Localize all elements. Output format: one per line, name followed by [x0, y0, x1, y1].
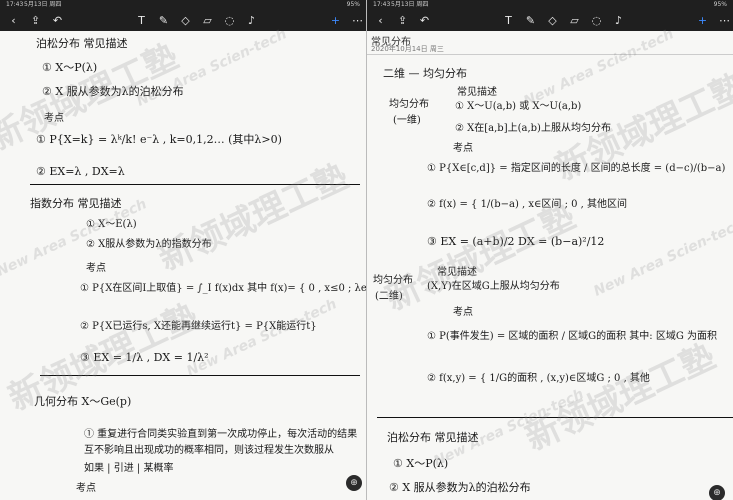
eraser-icon[interactable]: ◇ [177, 12, 194, 29]
note-line: 考点 [86, 263, 106, 274]
zoom-icon[interactable]: ⊕ [346, 475, 362, 491]
note-line: ① X～E(λ) [86, 219, 137, 230]
section-divider [30, 184, 360, 185]
note-line: ① P{X∈[c,d]} = 指定区间的长度 / 区间的总长度 = (d−c)/… [427, 163, 726, 174]
note-line: ② f(x) = { 1/(b−a) , x∈区间 ; 0 , 其他区间 [427, 199, 628, 210]
status-bar: 17:43 5月13日 周四 95% [367, 0, 733, 10]
status-time: 17:43 [6, 1, 24, 8]
text-icon[interactable]: T [500, 12, 517, 29]
note-line: 考点 [44, 113, 64, 124]
note-line: 指数分布 常见描述 [30, 197, 122, 210]
pen-icon[interactable]: ✎ [522, 12, 539, 29]
note-line: 均匀分布 [373, 275, 413, 286]
text-icon[interactable]: T [133, 12, 150, 29]
note-line: 如果 | 引进 | 某概率 [84, 463, 174, 474]
undo-icon[interactable]: ↶ [49, 12, 66, 29]
section-divider [40, 375, 360, 376]
note-line: ① P(事件发生) = 区域的面积 / 区域G的面积 其中: 区域G 为面积 [427, 331, 718, 342]
note-line: ① X～P(λ) [42, 61, 98, 74]
lasso-icon[interactable]: ◌ [588, 12, 605, 29]
note-line: (X,Y)在区域G上服从均匀分布 [427, 281, 560, 292]
note-line: ③ EX = (a+b)/2 DX = (b−a)²/12 [427, 235, 605, 248]
zoom-icon[interactable]: ⊕ [709, 485, 725, 500]
lasso-icon[interactable]: ◌ [221, 12, 238, 29]
note-line: 泊松分布 常见描述 [387, 431, 479, 444]
undo-icon[interactable]: ↶ [416, 12, 433, 29]
status-battery: 95% [713, 1, 727, 8]
note-line: 常见描述 [457, 87, 497, 98]
more-icon[interactable]: ⋯ [349, 12, 366, 29]
more-icon[interactable]: ⋯ [716, 12, 733, 29]
note-line: ② P{X已运行s, X还能再继续运行t} = P{X能运行t} [80, 321, 317, 332]
mic-icon[interactable]: ♪ [243, 12, 260, 29]
note-line: (二维) [375, 291, 403, 302]
note-line: 考点 [453, 307, 473, 318]
highlighter-icon[interactable]: ▱ [566, 12, 583, 29]
eraser-icon[interactable]: ◇ [544, 12, 561, 29]
section-divider [377, 417, 733, 418]
note-line: 泊松分布 常见描述 [36, 37, 128, 50]
note-line: ① 重复进行合同类实验直到第一次成功停止，每次活动的结果 [84, 429, 358, 440]
note-line: 二维 — 均匀分布 [383, 67, 467, 80]
status-bar: 17:43 5月13日 周四 95% [0, 0, 366, 10]
page-date: 2020年10月14日 周三 [371, 45, 444, 53]
note-toolbar: ‹ ⇪ ↶ T ✎ ◇ ▱ ◌ ♪ + ⋯ [0, 10, 366, 31]
add-icon[interactable]: + [694, 12, 711, 29]
status-date: 5月13日 周四 [24, 1, 62, 8]
share-icon[interactable]: ⇪ [394, 12, 411, 29]
pen-icon[interactable]: ✎ [155, 12, 172, 29]
note-line: ① X～P(λ) [393, 457, 449, 470]
note-line: ② f(x,y) = { 1/G的面积 , (x,y)∈区域G ; 0 , 其他 [427, 373, 650, 384]
note-line: ③ EX = 1/λ , DX = 1/λ² [80, 351, 209, 364]
status-time: 17:43 [373, 1, 391, 8]
share-icon[interactable]: ⇪ [27, 12, 44, 29]
note-line: ② X 服从参数为λ的泊松分布 [42, 85, 184, 98]
note-line: ② EX=λ , DX=λ [36, 165, 125, 178]
mic-icon[interactable]: ♪ [610, 12, 627, 29]
note-line: 考点 [453, 143, 473, 154]
note-line: ① P{X在区间I上取值} = ∫_I f(x)dx 其中 f(x)= { 0 … [80, 283, 366, 294]
note-page: 泊松分布 常见描述 ① X～P(λ) ② X 服从参数为λ的泊松分布 考点 ① … [0, 31, 366, 500]
add-icon[interactable]: + [327, 12, 344, 29]
note-line: (一维) [393, 115, 421, 126]
note-line: 互不影响且出现成功的概率相同，则该过程发生次数服从 [84, 445, 334, 456]
note-line: 均匀分布 [389, 99, 429, 110]
back-icon[interactable]: ‹ [372, 12, 389, 29]
note-line: ① X～U(a,b) 或 X～U(a,b) [455, 101, 582, 112]
right-note-pane: 17:43 5月13日 周四 95% ‹ ⇪ ↶ T ✎ ◇ ▱ ◌ ♪ + ⋯… [367, 0, 733, 500]
note-line: ② X 服从参数为λ的泊松分布 [389, 481, 531, 494]
status-date: 5月13日 周四 [391, 1, 429, 8]
note-line: 几何分布 X～Ge(p) [34, 395, 132, 408]
note-line: ① P{X=k} = λᵏ/k! e⁻λ , k=0,1,2… (其中λ>0) [36, 133, 282, 146]
note-line: ② X服从参数为λ的指数分布 [86, 239, 212, 250]
note-line: ② X在[a,b]上(a,b)上服从均匀分布 [455, 123, 611, 134]
note-line: 常见描述 [437, 267, 477, 278]
status-battery: 95% [346, 1, 360, 8]
note-toolbar: ‹ ⇪ ↶ T ✎ ◇ ▱ ◌ ♪ + ⋯ [367, 10, 733, 31]
note-page: 常见分布 2020年10月14日 周三 二维 — 均匀分布 常见描述 均匀分布 … [367, 31, 733, 500]
highlighter-icon[interactable]: ▱ [199, 12, 216, 29]
note-line: 考点 [76, 483, 96, 494]
left-note-pane: 17:43 5月13日 周四 95% ‹ ⇪ ↶ T ✎ ◇ ▱ ◌ ♪ + ⋯… [0, 0, 366, 500]
header-divider [367, 54, 733, 55]
back-icon[interactable]: ‹ [5, 12, 22, 29]
